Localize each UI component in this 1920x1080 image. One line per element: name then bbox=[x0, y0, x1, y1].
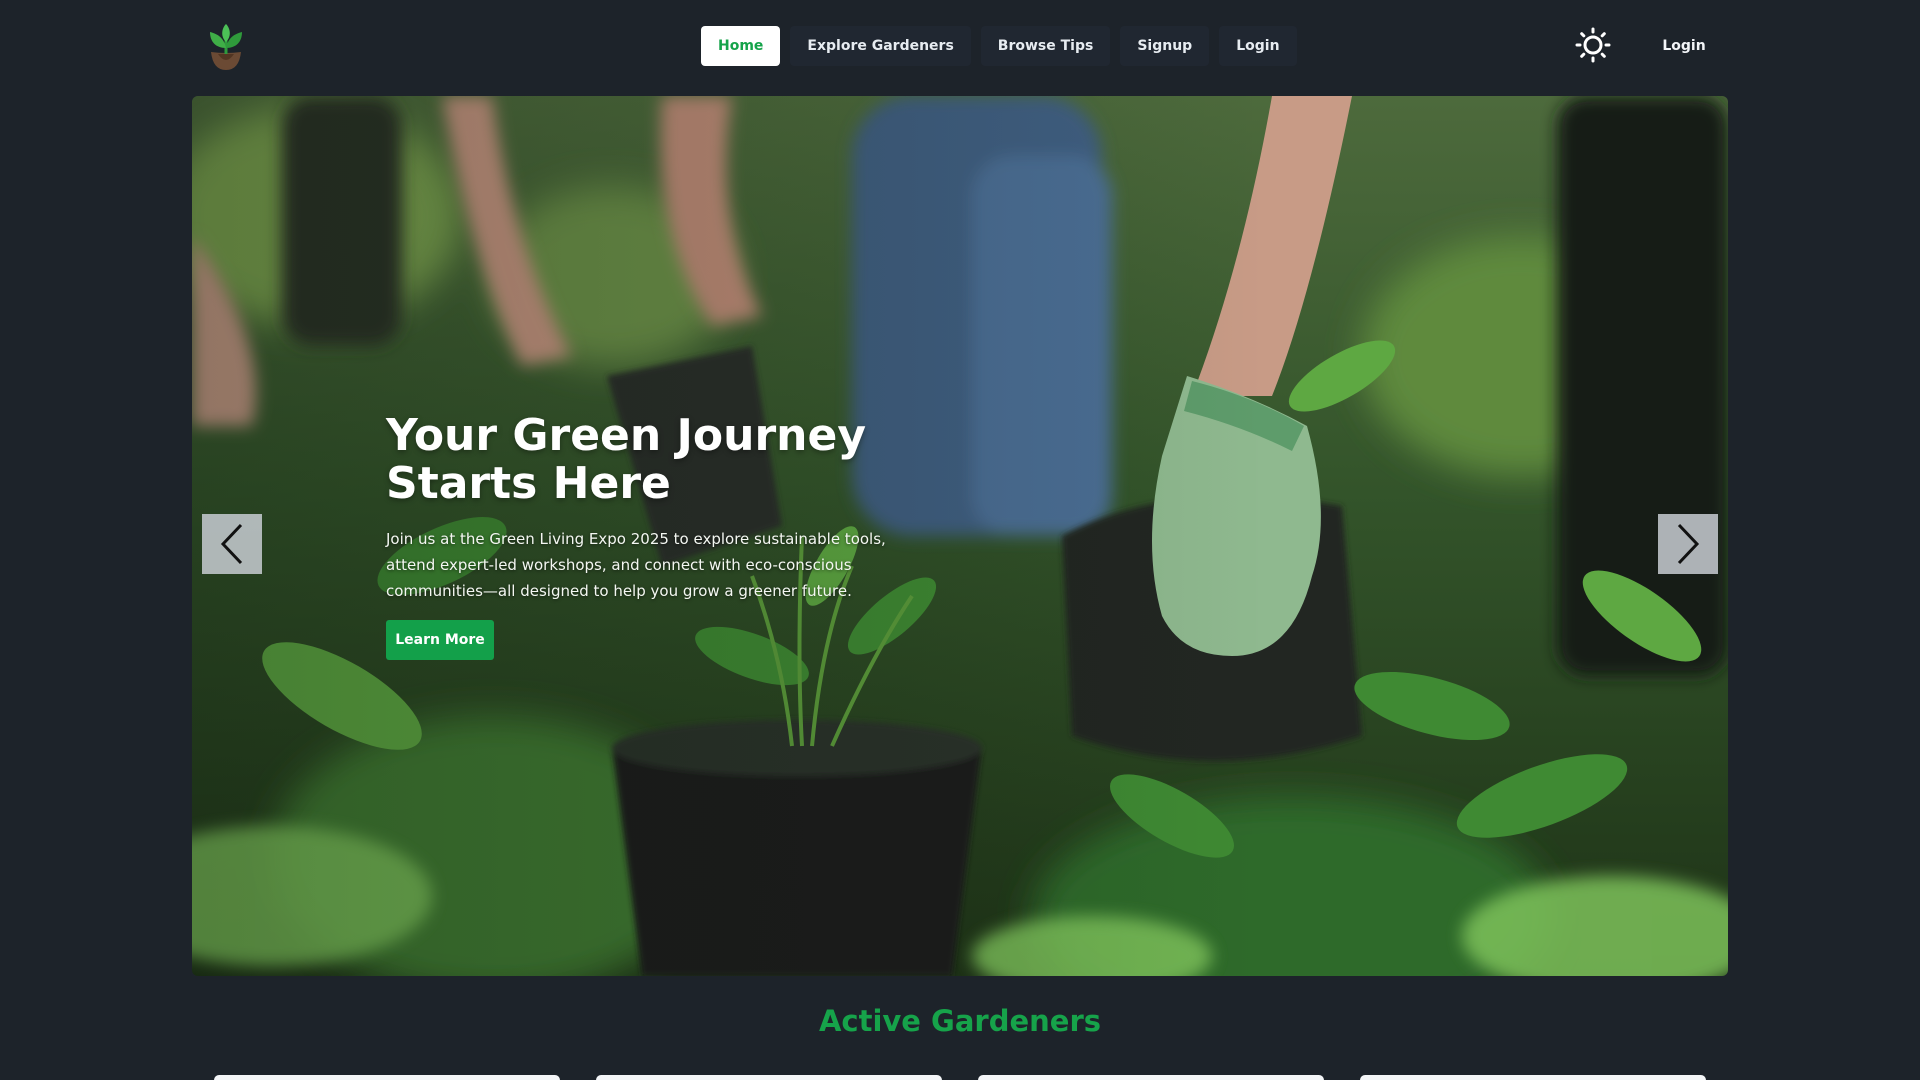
nav-home[interactable]: Home bbox=[701, 26, 781, 66]
learn-more-button[interactable]: Learn More bbox=[386, 620, 494, 660]
carousel-next-button[interactable] bbox=[1658, 514, 1718, 574]
sun-icon[interactable] bbox=[1575, 27, 1611, 63]
chevron-left-icon bbox=[220, 523, 243, 565]
hero-content: Your Green Journey Starts Here Join us a… bbox=[386, 412, 906, 660]
nav-explore-gardeners[interactable]: Explore Gardeners bbox=[790, 26, 971, 66]
gardener-card[interactable] bbox=[978, 1075, 1324, 1080]
gardener-card[interactable] bbox=[1360, 1075, 1706, 1080]
carousel-prev-button[interactable] bbox=[202, 514, 262, 574]
gardener-card[interactable] bbox=[214, 1075, 560, 1080]
hero-title: Your Green Journey Starts Here bbox=[386, 410, 867, 509]
section-title: Active Gardeners bbox=[818, 1004, 1102, 1038]
header-login-button[interactable]: Login bbox=[1652, 26, 1716, 66]
main-nav: Home Explore Gardeners Browse Tips Signu… bbox=[701, 26, 1297, 66]
top-navbar: Home Explore Gardeners Browse Tips Signu… bbox=[0, 0, 1920, 92]
chevron-right-icon bbox=[1677, 523, 1700, 565]
gardener-cards-row bbox=[0, 1075, 1920, 1080]
nav-signup[interactable]: Signup bbox=[1120, 26, 1210, 66]
gardener-card[interactable] bbox=[596, 1075, 942, 1080]
hero-carousel: Your Green Journey Starts Here Join us a… bbox=[192, 96, 1728, 976]
logo-icon[interactable] bbox=[206, 24, 246, 72]
nav-browse-tips[interactable]: Browse Tips bbox=[980, 26, 1111, 66]
hero-description: Join us at the Green Living Expo 2025 to… bbox=[386, 530, 886, 600]
nav-login[interactable]: Login bbox=[1219, 26, 1297, 66]
